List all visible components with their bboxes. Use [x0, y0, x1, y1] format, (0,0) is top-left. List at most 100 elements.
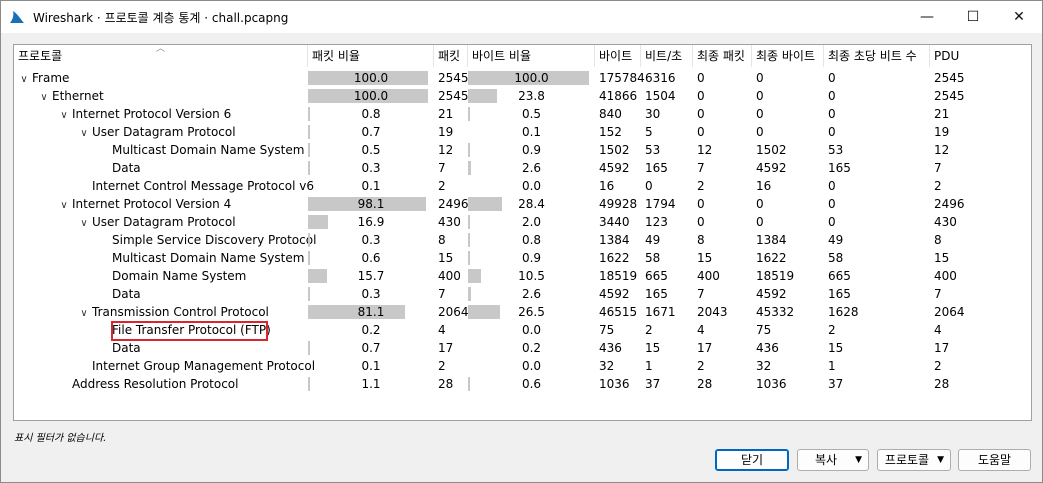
packet-percent-value: 0.3 — [361, 233, 381, 247]
table-row[interactable]: ∨ Internet Protocol Version 6 0.8 21 0.5 840 3… — [14, 105, 1031, 123]
table-row[interactable]: ∨ User Datagram Protocol 0.7 19 0.1 152 5 0 0 0 19 — [14, 123, 1031, 141]
byte-percent-value: 0.8 — [521, 233, 542, 247]
packet-percent-value: 1.1 — [361, 377, 381, 391]
protocol-cell: ∨ User Datagram Protocol — [78, 213, 236, 231]
table-row[interactable]: Internet Group Management Protocol 0.1 2 0.… — [14, 357, 1031, 375]
protocol-button[interactable]: 프로토콜 ▼ — [877, 449, 951, 471]
packets-cell: 28 — [438, 377, 454, 391]
end-bytes-cell: 16 — [756, 179, 772, 193]
column-header-end-bps[interactable]: 최종 초당 비트 수 — [824, 45, 930, 67]
column-header-end-bytes[interactable]: 최종 바이트 — [752, 45, 824, 67]
byte-percent-bar — [468, 161, 472, 175]
packets-cell: 2496 — [438, 197, 469, 211]
byte-percent-value: 28.4 — [518, 197, 545, 211]
byte-percent-bar — [468, 305, 501, 319]
table-row[interactable]: ∨ Ethernet 100.0 2545 23.8 41866 1504 0 0 0 2545 — [14, 87, 1031, 105]
byte-percent-value: 2.6 — [521, 161, 542, 175]
column-header-bits-per-second[interactable]: 비트/초 — [641, 45, 693, 67]
protocol-name: Data — [112, 341, 141, 355]
end-bytes-cell: 1622 — [756, 251, 787, 265]
end-packets-cell: 2 — [697, 179, 705, 193]
packet-percent-cell: 1.1 — [308, 375, 434, 393]
table-row[interactable]: ∨ Internet Protocol Version 4 98.1 2496 28.4… — [14, 195, 1031, 213]
end-bytes-cell: 0 — [756, 215, 764, 229]
bits-per-second-cell: 1504 — [645, 89, 676, 103]
protocol-name: Address Resolution Protocol — [72, 377, 239, 391]
protocol-name: Multicast Domain Name System — [112, 251, 305, 265]
packets-cell: 2064 — [438, 305, 469, 319]
pdus-cell: 400 — [934, 269, 957, 283]
table-row[interactable]: File Transfer Protocol (FTP) 0.2 4 0.0 75 2 4 7… — [14, 321, 1031, 341]
packet-percent-value: 15.7 — [357, 269, 385, 283]
table-row[interactable]: Domain Name System 15.7 400 10.5 18519 665 400… — [14, 267, 1031, 285]
chevron-down-icon: ▼ — [937, 455, 944, 465]
column-header-byte-percent[interactable]: 바이트 비율 — [468, 45, 595, 67]
protocol-name: User Datagram Protocol — [92, 125, 236, 139]
end-packets-cell: 0 — [697, 107, 705, 121]
byte-percent-cell: 0.9 — [468, 249, 595, 267]
table-row[interactable]: Data 0.3 7 2.6 4592 165 7 4592 165 7 — [14, 159, 1031, 177]
table-row[interactable]: Multicast Domain Name System 0.5 12 0.9 1502… — [14, 141, 1031, 159]
column-header-packets[interactable]: 패킷 — [434, 45, 468, 67]
table-row[interactable]: ∨ User Datagram Protocol 16.9 430 2.0 3440 123… — [14, 213, 1031, 231]
byte-percent-value: 0.9 — [521, 143, 542, 157]
table-row[interactable]: Internet Control Message Protocol v6 0.1 2… — [14, 177, 1031, 195]
help-button[interactable]: 도움말 — [958, 449, 1031, 471]
end-bytes-cell: 0 — [756, 71, 764, 85]
table-row[interactable]: Multicast Domain Name System 0.6 15 0.9 1622… — [14, 249, 1031, 267]
column-header-end-packets[interactable]: 최종 패킷 — [693, 45, 752, 67]
protocol-cell: ∨ Internet Protocol Version 6 — [58, 105, 231, 123]
packet-percent-value: 0.1 — [361, 179, 381, 193]
table-row[interactable]: Data 0.3 7 2.6 4592 165 7 4592 165 7 — [14, 285, 1031, 303]
pdus-cell: 17 — [934, 341, 950, 355]
maximize-button[interactable]: ☐ — [950, 1, 996, 33]
column-header-packet-percent[interactable]: 패킷 비율 — [308, 45, 434, 67]
pdus-cell: 430 — [934, 215, 957, 229]
end-packets-cell: 400 — [697, 269, 720, 283]
maximize-icon: ☐ — [966, 9, 980, 25]
byte-percent-value: 0.5 — [521, 107, 542, 121]
table-row[interactable]: Address Resolution Protocol 1.1 28 0.6 1036 3… — [14, 375, 1031, 393]
packet-percent-value: 0.6 — [361, 251, 381, 265]
packet-percent-bar — [308, 341, 310, 355]
end-bytes-cell: 0 — [756, 125, 764, 139]
title-bar[interactable]: Wireshark · 프로토콜 계층 통계 · chall.pcapng — … — [1, 1, 1042, 33]
bytes-cell: 41866 — [599, 89, 638, 103]
table-row[interactable]: Data 0.7 17 0.2 436 15 17 436 15 17 — [14, 339, 1031, 357]
column-header-bytes[interactable]: 바이트 — [595, 45, 641, 67]
packet-percent-value: 0.5 — [361, 143, 381, 157]
close-window-button[interactable]: ✕ — [996, 1, 1042, 33]
end-packets-cell: 2043 — [697, 305, 728, 319]
packets-cell: 21 — [438, 107, 454, 121]
byte-percent-bar — [468, 269, 481, 283]
copy-button[interactable]: 복사 ▼ — [797, 449, 869, 471]
close-button[interactable]: 닫기 — [715, 449, 789, 471]
packet-percent-value: 0.7 — [361, 341, 381, 355]
table-row[interactable]: ∨ Transmission Control Protocol 81.1 2064 26… — [14, 303, 1031, 321]
protocol-cell: ∨ Ethernet — [38, 87, 103, 105]
end-packets-cell: 4 — [697, 323, 705, 337]
packets-cell: 19 — [438, 125, 454, 139]
minimize-button[interactable]: — — [904, 1, 950, 33]
pdus-cell: 2 — [934, 359, 942, 373]
pdus-cell: 2545 — [934, 71, 965, 85]
end-packets-cell: 0 — [697, 197, 705, 211]
byte-percent-bar — [468, 287, 472, 301]
packet-percent-bar — [308, 107, 310, 121]
bytes-cell: 18519 — [599, 269, 638, 283]
protocol-cell: Data — [98, 339, 141, 357]
byte-percent-cell: 0.0 — [468, 321, 595, 339]
protocol-name: User Datagram Protocol — [92, 215, 236, 229]
end-bps-cell: 0 — [828, 71, 836, 85]
protocol-tree-table[interactable]: 프로토콜 ︿ 패킷 비율 패킷 바이트 비율 바이트 비트/초 최종 패킷 최종… — [13, 44, 1032, 421]
table-row[interactable]: ∨ Frame 100.0 2545 100.0 175784 6316 0 0 0 2545 — [14, 69, 1031, 87]
byte-percent-bar — [468, 89, 497, 103]
byte-percent-cell: 26.5 — [468, 303, 595, 321]
protocol-name: Domain Name System — [112, 269, 247, 283]
minimize-icon: — — [920, 9, 934, 25]
bytes-cell: 32 — [599, 359, 615, 373]
packet-percent-cell: 0.8 — [308, 105, 434, 123]
byte-percent-value: 2.6 — [521, 287, 542, 301]
table-row[interactable]: Simple Service Discovery Protocol 0.3 8 0.8… — [14, 231, 1031, 249]
column-header-pdus[interactable]: PDU — [930, 45, 1031, 67]
